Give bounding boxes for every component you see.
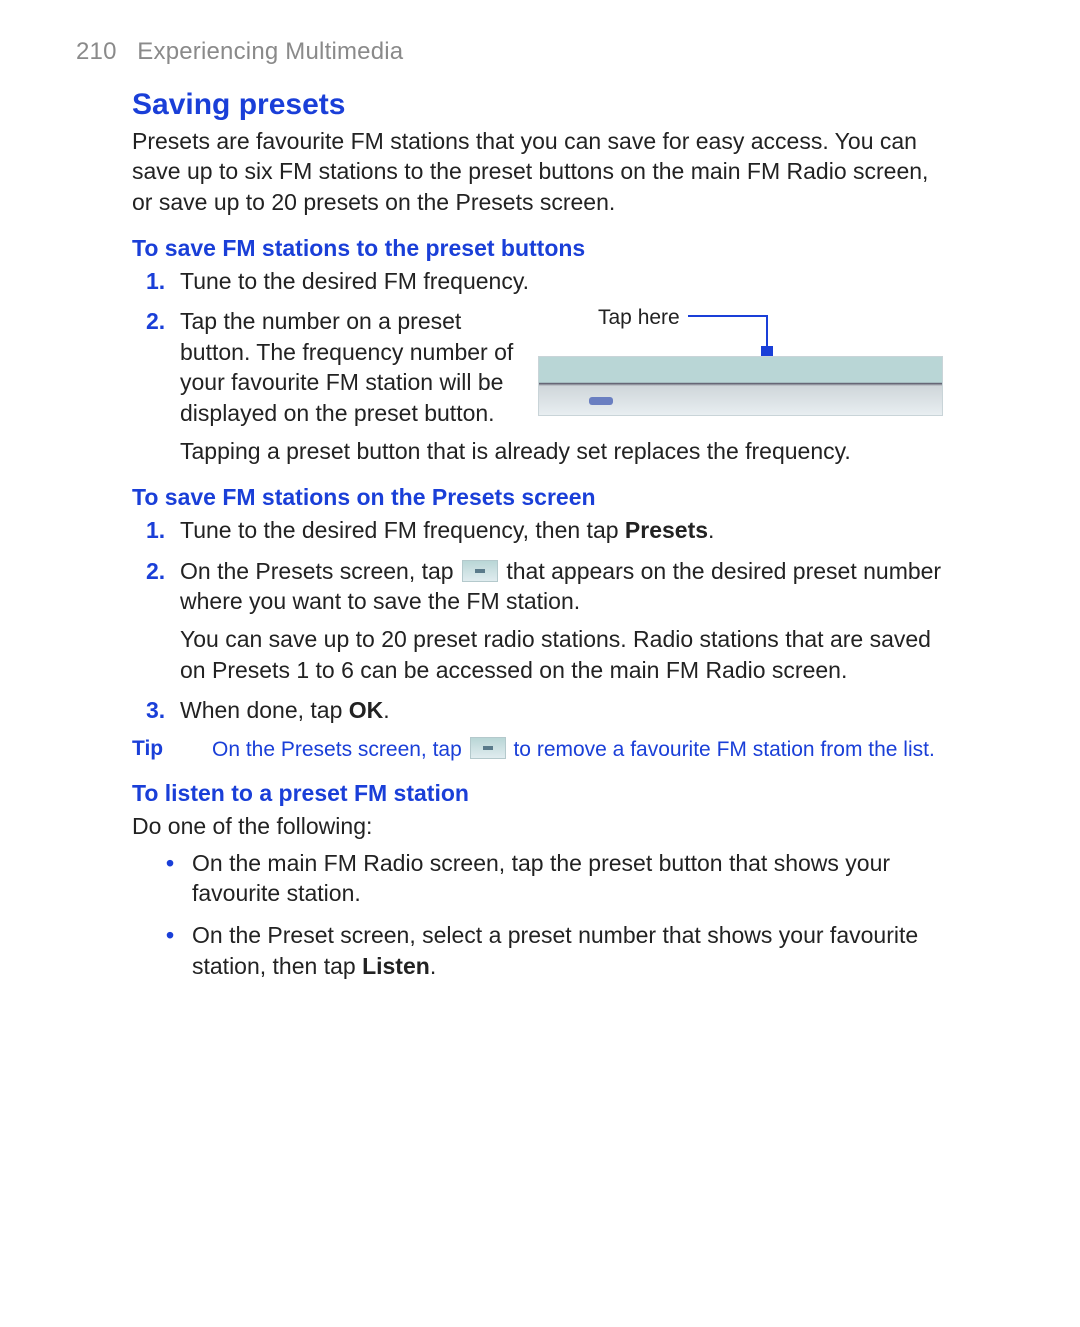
tip-row: Tip On the Presets screen, tap to remove… [132,737,952,762]
list-item: 1. Tune to the desired FM frequency. [132,266,952,296]
section3-bullets: On the main FM Radio screen, tap the pre… [132,848,952,981]
bold-text: Presets [625,517,708,543]
list-item: 2. On the Presets screen, tap that appea… [132,556,952,685]
tip-label: Tip [132,737,212,762]
step-text-extra: You can save up to 20 preset radio stati… [180,624,952,685]
tap-here-label: Tap here [598,304,680,332]
text-fragment: Tune to the desired FM frequency, then t… [180,517,625,543]
step-number: 2. [146,306,165,336]
preset-button-screenshot [538,356,943,416]
text-fragment: On the Presets screen, tap [180,558,460,584]
bold-text: OK [349,697,384,723]
text-fragment: . [708,517,714,543]
add-preset-icon [462,560,498,582]
step-text-continued: Tapping a preset button that is already … [180,436,952,466]
text-fragment: . [383,697,389,723]
section3-heading: To listen to a preset FM station [132,780,952,807]
step-text: Tune to the desired FM frequency, then t… [180,515,952,545]
list-item: 2. Tap the number on a preset button. Th… [132,306,952,466]
step-text: When done, tap OK. [180,695,952,725]
step-number: 3. [146,695,165,725]
text-fragment: . [430,953,436,979]
section1-list: 1. Tune to the desired FM frequency. 2. … [132,266,952,466]
page-content: Saving presets Presets are favourite FM … [132,88,952,993]
section2-heading: To save FM stations on the Presets scree… [132,484,952,511]
chapter-title: Experiencing Multimedia [137,38,403,65]
text-fragment: On the Presets screen, tap [212,738,468,761]
preset-figure: Tap here [538,306,948,426]
preset-mark-icon [589,397,613,405]
list-item: On the Preset screen, select a preset nu… [132,920,952,981]
step-text: Tune to the desired FM frequency. [180,266,952,296]
step-text: Tap the number on a preset button. The f… [180,306,520,427]
list-item: 1. Tune to the desired FM frequency, the… [132,515,952,545]
step-text: On the Presets screen, tap that appears … [180,556,952,617]
intro-paragraph: Presets are favourite FM stations that y… [132,126,952,217]
text-fragment: to remove a favourite FM station from th… [508,738,935,761]
callout-line-icon [688,315,768,317]
page-number: 210 [76,38,117,65]
bullet-text: On the Preset screen, select a preset nu… [192,922,918,978]
section2-list: 1. Tune to the desired FM frequency, the… [132,515,952,725]
step-number: 2. [146,556,165,586]
section3-lead: Do one of the following: [132,811,952,841]
page-title: Saving presets [132,88,952,122]
tip-text: On the Presets screen, tap to remove a f… [212,737,952,762]
step-number: 1. [146,266,165,296]
page-header: 210 Experiencing Multimedia [76,38,403,66]
text-fragment: On the Preset screen, select a preset nu… [192,922,918,978]
list-item: 3. When done, tap OK. [132,695,952,725]
text-fragment: When done, tap [180,697,349,723]
bold-text: Listen [362,953,430,979]
step-number: 1. [146,515,165,545]
section1-heading: To save FM stations to the preset button… [132,235,952,262]
bullet-text: On the main FM Radio screen, tap the pre… [192,850,890,906]
remove-preset-icon [470,737,506,759]
list-item: On the main FM Radio screen, tap the pre… [132,848,952,909]
